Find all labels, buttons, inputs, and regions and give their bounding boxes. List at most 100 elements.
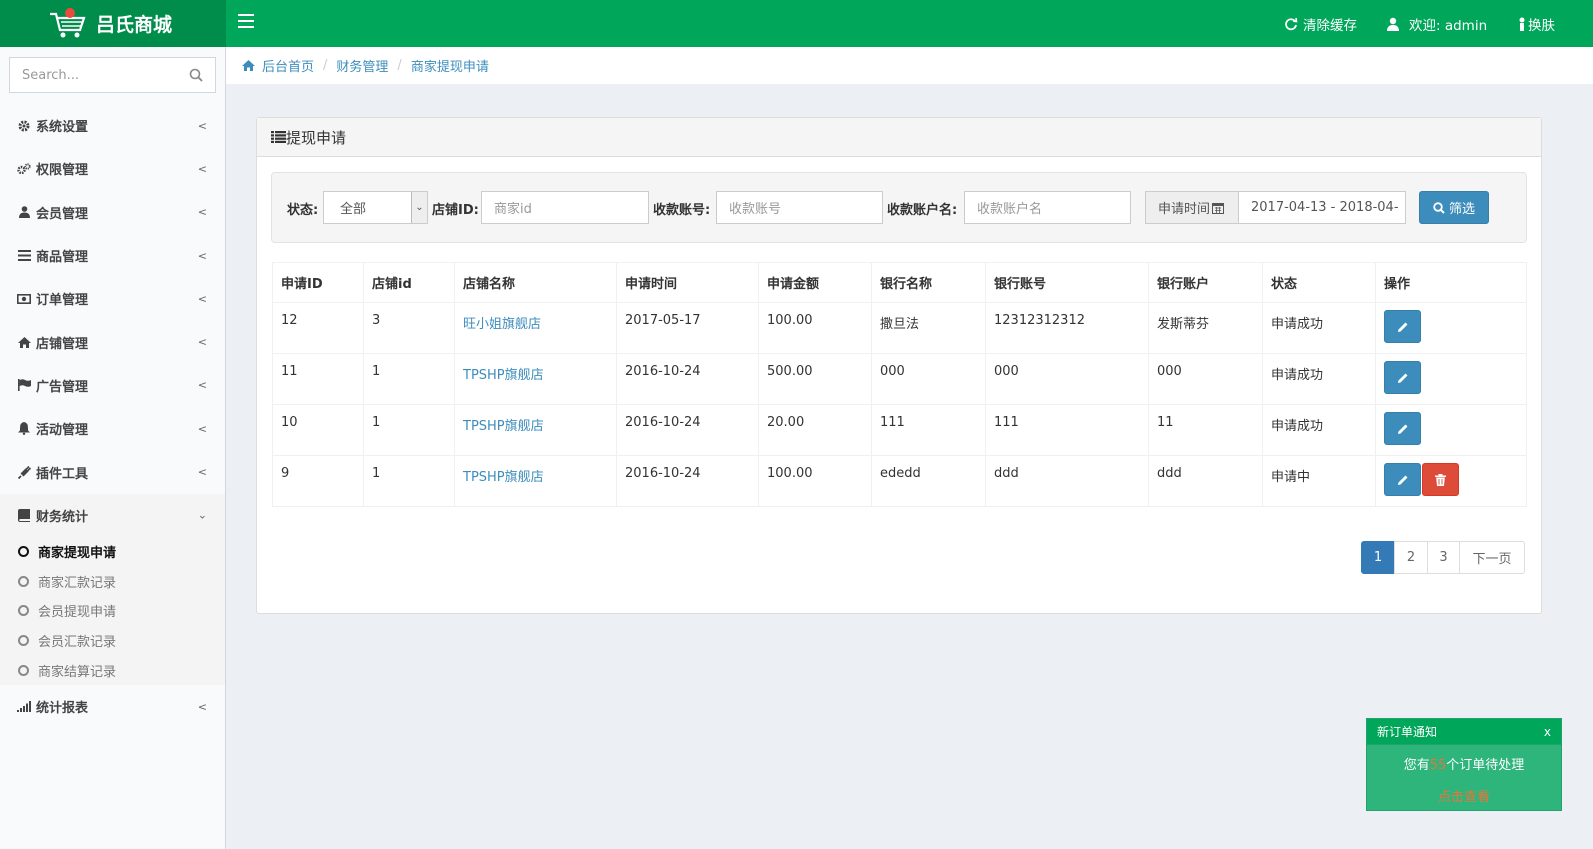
col-shop-id: 店铺id (363, 262, 455, 303)
sidebar-item-plugins[interactable]: 插件工具 < (0, 450, 225, 493)
shop-name-link[interactable]: 旺小姐旗舰店 (463, 317, 541, 332)
table-row: 12 3 旺小姐旗舰店 2017-05-17 100.00 撒旦法 123123… (272, 302, 1527, 354)
account-name-input[interactable]: 收款账户名 (964, 191, 1131, 224)
shopping-cart-icon (50, 7, 86, 37)
chevron-left-icon: < (197, 700, 207, 714)
sidebar-subitem-merchant-remit[interactable]: 商家汇款记录 (0, 567, 225, 597)
date-range-input[interactable]: 2017-04-13 - 2018-04- (1238, 191, 1406, 224)
next-page-button[interactable]: 下一页 (1459, 541, 1525, 574)
chevron-left-icon: < (197, 422, 207, 436)
list-icon (271, 131, 286, 143)
table-row: 11 1 TPSHP旗舰店 2016-10-24 500.00 000 000 … (272, 353, 1527, 405)
calendar-icon (1212, 202, 1225, 214)
status-label: 状态: (287, 203, 319, 218)
gears-icon (17, 162, 31, 176)
cell-status: 申请成功 (1262, 302, 1376, 354)
chevron-left-icon: < (197, 378, 207, 392)
clear-cache-link[interactable]: 清除缓存 (1284, 0, 1357, 47)
col-shop-name: 店铺名称 (454, 262, 617, 303)
home-icon (17, 335, 31, 349)
bell-icon (17, 422, 31, 436)
shop-name-link[interactable]: TPSHP旗舰店 (463, 368, 544, 383)
col-bank-holder: 银行账户 (1148, 262, 1263, 303)
status-select[interactable]: 全部 ⌄ (323, 191, 428, 224)
sidebar-item-orders[interactable]: 订单管理 < (0, 277, 225, 320)
cell-time: 2017-05-17 (616, 302, 759, 354)
col-amount: 申请金额 (758, 262, 872, 303)
pagination: 1 2 3 下一页 (1361, 541, 1525, 574)
cell-holder: ddd (1148, 455, 1263, 507)
sidebar-item-ads[interactable]: 广告管理 < (0, 364, 225, 407)
filter-button[interactable]: 筛选 (1419, 191, 1489, 224)
new-order-notice: 新订单通知 x 您有55个订单待处理 点击查看 (1366, 718, 1562, 811)
shop-name-link[interactable]: TPSHP旗舰店 (463, 419, 544, 434)
col-apply-time: 申请时间 (616, 262, 759, 303)
account-name-label: 收款账户名: (887, 203, 958, 218)
sidebar-item-members[interactable]: 会员管理 < (0, 191, 225, 234)
page-1[interactable]: 1 (1361, 541, 1395, 574)
sidebar-item-products[interactable]: 商品管理 < (0, 234, 225, 277)
sidebar-toggle-button[interactable] (238, 14, 254, 28)
logo[interactable]: 吕氏商城 (0, 0, 226, 47)
page-3[interactable]: 3 (1427, 541, 1460, 574)
sidebar-item-activities[interactable]: 活动管理 < (0, 407, 225, 450)
cell-id: 10 (272, 404, 364, 456)
cell-amount: 20.00 (758, 404, 872, 456)
withdraw-panel: 提现申请 状态: 全部 ⌄ 店铺ID: 商家id 收款账号: 收款账号 收款账户… (256, 117, 1542, 614)
chevron-left-icon: < (197, 465, 207, 479)
breadcrumb-home[interactable]: 后台首页 (262, 56, 314, 75)
account-input[interactable]: 收款账号 (716, 191, 883, 224)
skin-label: 换肤 (1528, 17, 1555, 34)
skin-link[interactable]: 换肤 (1517, 0, 1555, 47)
welcome-text: 欢迎: admin (1409, 17, 1488, 34)
notice-close-button[interactable]: x (1544, 725, 1551, 739)
search-box[interactable]: Search... (9, 57, 216, 93)
clear-cache-label: 清除缓存 (1303, 17, 1357, 34)
cell-bank: 000 (871, 353, 986, 405)
cell-shop-id: 3 (363, 302, 455, 354)
table-row: 10 1 TPSHP旗舰店 2016-10-24 20.00 111 111 1… (272, 404, 1527, 456)
edit-button[interactable] (1384, 412, 1421, 445)
edit-button[interactable] (1384, 310, 1421, 343)
chevron-down-icon: ⌄ (197, 508, 207, 522)
shop-id-input[interactable]: 商家id (481, 191, 649, 224)
chevron-left-icon: < (197, 205, 207, 219)
shop-name-link[interactable]: TPSHP旗舰店 (463, 470, 544, 485)
cell-status: 申请成功 (1262, 353, 1376, 405)
account-label: 收款账号: (653, 203, 711, 218)
sidebar-subitem-member-remit[interactable]: 会员汇款记录 (0, 626, 225, 656)
cell-holder: 发斯蒂芬 (1148, 302, 1263, 354)
panel-title: 提现申请 (286, 128, 347, 147)
sidebar-subitem-member-withdraw[interactable]: 会员提现申请 (0, 596, 225, 626)
sidebar-menu: 系统设置 < 权限管理 < 会员管理 < 商品管理 < 订单管理 < 店铺管理 < 广告管理… (0, 104, 225, 728)
sidebar-item-permissions[interactable]: 权限管理 < (0, 147, 225, 190)
money-icon (17, 292, 31, 306)
sidebar-item-reports[interactable]: 统计报表 < (0, 685, 225, 728)
sidebar-item-finance[interactable]: 财务统计 ⌄ (0, 493, 225, 537)
sidebar-subitem-merchant-withdraw[interactable]: 商家提现申请 (0, 537, 225, 567)
sidebar-item-system-settings[interactable]: 系统设置 < (0, 104, 225, 147)
cell-shop-id: 1 (363, 455, 455, 507)
search-input[interactable]: Search... (22, 68, 79, 83)
notice-view-link[interactable]: 点击查看 (1367, 786, 1561, 805)
circle-icon (18, 546, 29, 558)
list-icon (17, 249, 31, 263)
col-bank-name: 银行名称 (871, 262, 986, 303)
sidebar-item-shops[interactable]: 店铺管理 < (0, 320, 225, 363)
notice-body: 您有55个订单待处理 (1403, 758, 1525, 773)
search-icon[interactable] (189, 68, 203, 82)
cell-bank: ededd (871, 455, 986, 507)
user-menu[interactable]: 欢迎: admin (1386, 0, 1487, 47)
circle-icon (18, 575, 29, 587)
page-2[interactable]: 2 (1394, 541, 1428, 574)
edit-button[interactable] (1384, 361, 1421, 394)
col-status: 状态 (1262, 262, 1376, 303)
edit-button[interactable] (1384, 463, 1421, 496)
delete-button[interactable] (1422, 463, 1459, 496)
chevron-left-icon: < (197, 335, 207, 349)
sidebar-subitem-merchant-settlement[interactable]: 商家结算记录 (0, 655, 225, 685)
breadcrumb-current[interactable]: 商家提现申请 (411, 56, 489, 75)
search-icon (1433, 201, 1445, 214)
gear-icon (17, 119, 31, 133)
breadcrumb-finance[interactable]: 财务管理 (336, 56, 388, 75)
